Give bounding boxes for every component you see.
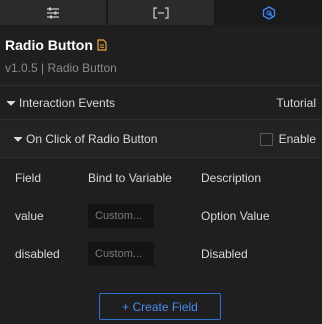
field-name: disabled xyxy=(15,247,60,261)
component-header: Radio Button xyxy=(5,37,107,53)
chevron-down-icon xyxy=(13,136,23,142)
interaction-events-section[interactable]: Interaction Events Tutorial xyxy=(0,85,322,120)
tab-style[interactable] xyxy=(0,0,106,25)
event-row[interactable]: On Click of Radio Button Enable xyxy=(0,121,322,158)
section-title: Interaction Events xyxy=(19,95,116,110)
field-description: Option Value xyxy=(201,209,270,223)
tab-data[interactable] xyxy=(106,0,214,25)
header-field: Field xyxy=(15,171,42,185)
chevron-down-icon xyxy=(6,100,16,106)
table-row: value Option Value xyxy=(0,197,322,235)
event-title: On Click of Radio Button xyxy=(26,132,158,146)
event-icon xyxy=(262,5,276,20)
bind-variable-input[interactable] xyxy=(88,204,154,228)
enable-label: Enable xyxy=(278,132,316,146)
header-description: Description xyxy=(201,171,262,185)
field-description: Disabled xyxy=(201,247,248,261)
component-title: Radio Button xyxy=(5,37,93,53)
tab-events[interactable] xyxy=(214,0,322,25)
tutorial-link[interactable]: Tutorial xyxy=(276,96,322,110)
field-name: value xyxy=(15,209,44,223)
table-header: Field Bind to Variable Description xyxy=(0,158,322,198)
bracket-icon xyxy=(153,6,169,19)
sliders-icon xyxy=(47,7,59,18)
header-bind-variable: Bind to Variable xyxy=(88,171,172,185)
table-row: disabled Disabled xyxy=(0,235,322,273)
document-icon[interactable] xyxy=(97,39,107,51)
enable-checkbox[interactable] xyxy=(259,132,273,146)
component-version: v1.0.5 | Radio Button xyxy=(5,61,117,75)
create-field-button[interactable]: + Create Field xyxy=(99,293,221,320)
panel-tabs xyxy=(0,0,322,25)
bind-variable-input[interactable] xyxy=(88,242,154,266)
